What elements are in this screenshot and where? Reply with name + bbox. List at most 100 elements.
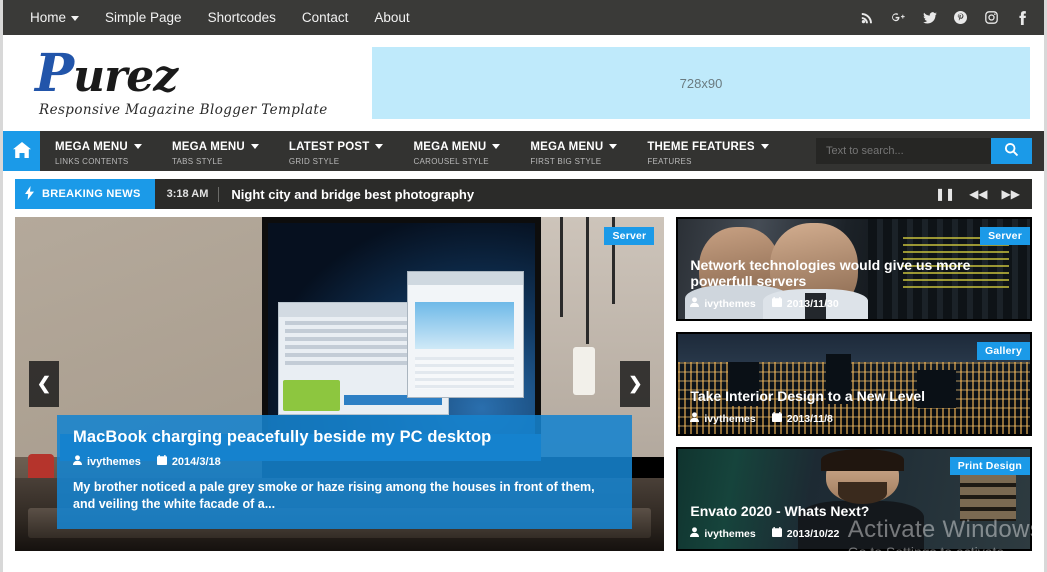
search-icon [1004,142,1019,160]
slider-date: 2014/3/18 [156,455,221,468]
sidebar-post-author: ivythemes [690,297,756,310]
featured-slider[interactable]: Server ❮ ❯ MacBook charging peacefully b… [15,217,665,551]
social-links [860,0,1030,35]
menu-item-title: MEGA MENU [530,140,604,153]
top-bar: Home Simple Page Shortcodes Contact Abou… [3,0,1044,35]
chevron-down-icon [492,143,501,149]
sidebar-date-value: 2013/11/30 [786,297,839,310]
calendar-icon [771,527,782,540]
menu-item-sub: LINKS CONTENTS [55,156,129,166]
user-icon [690,412,700,425]
search-box [816,138,1032,164]
sidebar-post-item[interactable]: Server Network technologies would give u… [676,217,1032,321]
content-area: Server ❮ ❯ MacBook charging peacefully b… [15,217,1032,551]
previous-button[interactable]: ◀◀ [969,188,987,200]
sidebar-author-name: ivythemes [704,527,756,540]
sidebar-post-title[interactable]: Envato 2020 - Whats Next? [690,503,1018,519]
site-logo[interactable]: Purez Responsive Magazine Blogger Templa… [17,48,372,119]
sidebar-post-date: 2013/10/22 [771,527,839,540]
slider-author-name: ivythemes [87,455,141,468]
site-header: Purez Responsive Magazine Blogger Templa… [3,35,1044,131]
sidebar-post-badge[interactable]: Print Design [949,457,1030,475]
breaking-news-bar: BREAKING NEWS 3:18 AM Night city and bri… [15,179,1032,209]
sidebar-post-author: ivythemes [690,412,756,425]
sidebar-post-meta: ivythemes 2013/11/8 [690,412,833,425]
main-menu-items: MEGA MENU LINKS CONTENTS MEGA MENU TABS … [40,131,784,171]
sidebar-post-meta: ivythemes 2013/10/22 [690,527,839,540]
instagram-icon[interactable] [984,10,999,26]
chevron-down-icon [250,143,259,149]
menu-item-sub: FEATURES [647,156,692,166]
sidebar-post-title[interactable]: Network technologies would give us more … [690,257,1018,289]
google-plus-icon[interactable] [891,10,906,26]
logo-initial: P [35,43,74,104]
menu-home-button[interactable] [3,131,40,171]
menu-item-theme-features[interactable]: THEME FEATURES FEATURES [632,131,783,171]
sidebar-author-name: ivythemes [704,297,756,310]
search-input[interactable] [816,138,991,164]
sidebar-post-item[interactable]: Print Design Envato 2020 - Whats Next? i… [676,447,1032,551]
menu-item-title: MEGA MENU [171,140,245,153]
chevron-down-icon [375,143,384,149]
menu-item-latest-post[interactable]: LATEST POST GRID STYLE [274,131,399,171]
sidebar-author-name: ivythemes [704,412,756,425]
user-icon [690,297,700,310]
twitter-icon[interactable] [922,10,937,26]
calendar-icon [771,412,782,425]
menu-item-mega-menu-tabs[interactable]: MEGA MENU TABS STYLE [157,131,274,171]
menu-item-title: THEME FEATURES [647,140,755,153]
chevron-down-icon [71,15,80,21]
breaking-news-headline[interactable]: Night city and bridge best photography [219,187,474,202]
slider-author: ivythemes [73,455,141,468]
banner-ad-label: 728x90 [679,75,723,91]
banner-ad-placeholder[interactable]: 728x90 [372,47,1030,119]
menu-item-mega-menu-links[interactable]: MEGA MENU LINKS CONTENTS [40,131,157,171]
pause-button[interactable]: ❚❚ [935,188,955,200]
breaking-news-time: 3:18 AM [166,188,209,200]
calendar-icon [771,297,782,310]
menu-item-sub: TABS STYLE [171,156,223,166]
slider-date-value: 2014/3/18 [171,455,221,468]
sidebar-post-badge[interactable]: Server [980,227,1030,245]
slider-next-arrow[interactable]: ❯ [620,361,651,407]
slider-category-badge[interactable]: Server [604,227,655,245]
search-button[interactable] [991,138,1032,164]
menu-item-title: LATEST POST [288,140,370,153]
rss-icon[interactable] [860,10,875,26]
menu-item-title: MEGA MENU [55,140,128,153]
pinterest-icon[interactable] [953,10,968,26]
menu-item-mega-menu-first-big[interactable]: MEGA MENU FIRST BIG STYLE [515,131,632,171]
sidebar-post-date: 2013/11/8 [771,412,833,425]
menu-item-mega-menu-carousel[interactable]: MEGA MENU CAROUSEL STYLE [398,131,515,171]
top-navigation: Home Simple Page Shortcodes Contact Abou… [17,0,423,35]
logo-rest: urez [73,51,178,102]
chevron-down-icon [760,143,769,149]
topnav-item-shortcodes[interactable]: Shortcodes [195,0,289,35]
menu-item-sub: FIRST BIG STYLE [530,156,602,166]
home-icon [12,141,31,161]
facebook-icon[interactable] [1015,10,1030,26]
slider-prev-arrow[interactable]: ❮ [29,361,59,407]
page-root: Home Simple Page Shortcodes Contact Abou… [0,0,1047,572]
topnav-item-contact[interactable]: Contact [289,0,362,35]
next-button[interactable]: ▶▶ [1002,188,1020,200]
logo-text: Purez [35,48,372,100]
user-icon [690,527,700,540]
sidebar-post-meta: ivythemes 2013/11/30 [690,297,839,310]
breaking-news-controls: ❚❚ ◀◀ ▶▶ [935,188,1020,200]
sidebar-post-badge[interactable]: Gallery [976,342,1030,360]
sidebar-posts: Server Network technologies would give u… [676,217,1032,551]
sidebar-post-item[interactable]: Gallery Take Interior Design to a New Le… [676,332,1032,436]
sidebar-post-title[interactable]: Take Interior Design to a New Level [690,388,1018,404]
topnav-item-simple-page[interactable]: Simple Page [92,0,195,35]
calendar-icon [156,455,167,468]
sidebar-date-value: 2013/11/8 [786,412,833,425]
slider-post-excerpt: My brother noticed a pale grey smoke or … [73,480,595,511]
topnav-label: Home [30,10,67,25]
slider-caption: MacBook charging peacefully beside my PC… [57,415,633,529]
menu-item-sub: GRID STYLE [288,156,340,166]
topnav-item-about[interactable]: About [361,0,422,35]
slider-post-meta: ivythemes 2014/3/18 [73,455,616,468]
topnav-item-home[interactable]: Home [17,0,92,35]
slider-post-title[interactable]: MacBook charging peacefully beside my PC… [73,428,616,447]
